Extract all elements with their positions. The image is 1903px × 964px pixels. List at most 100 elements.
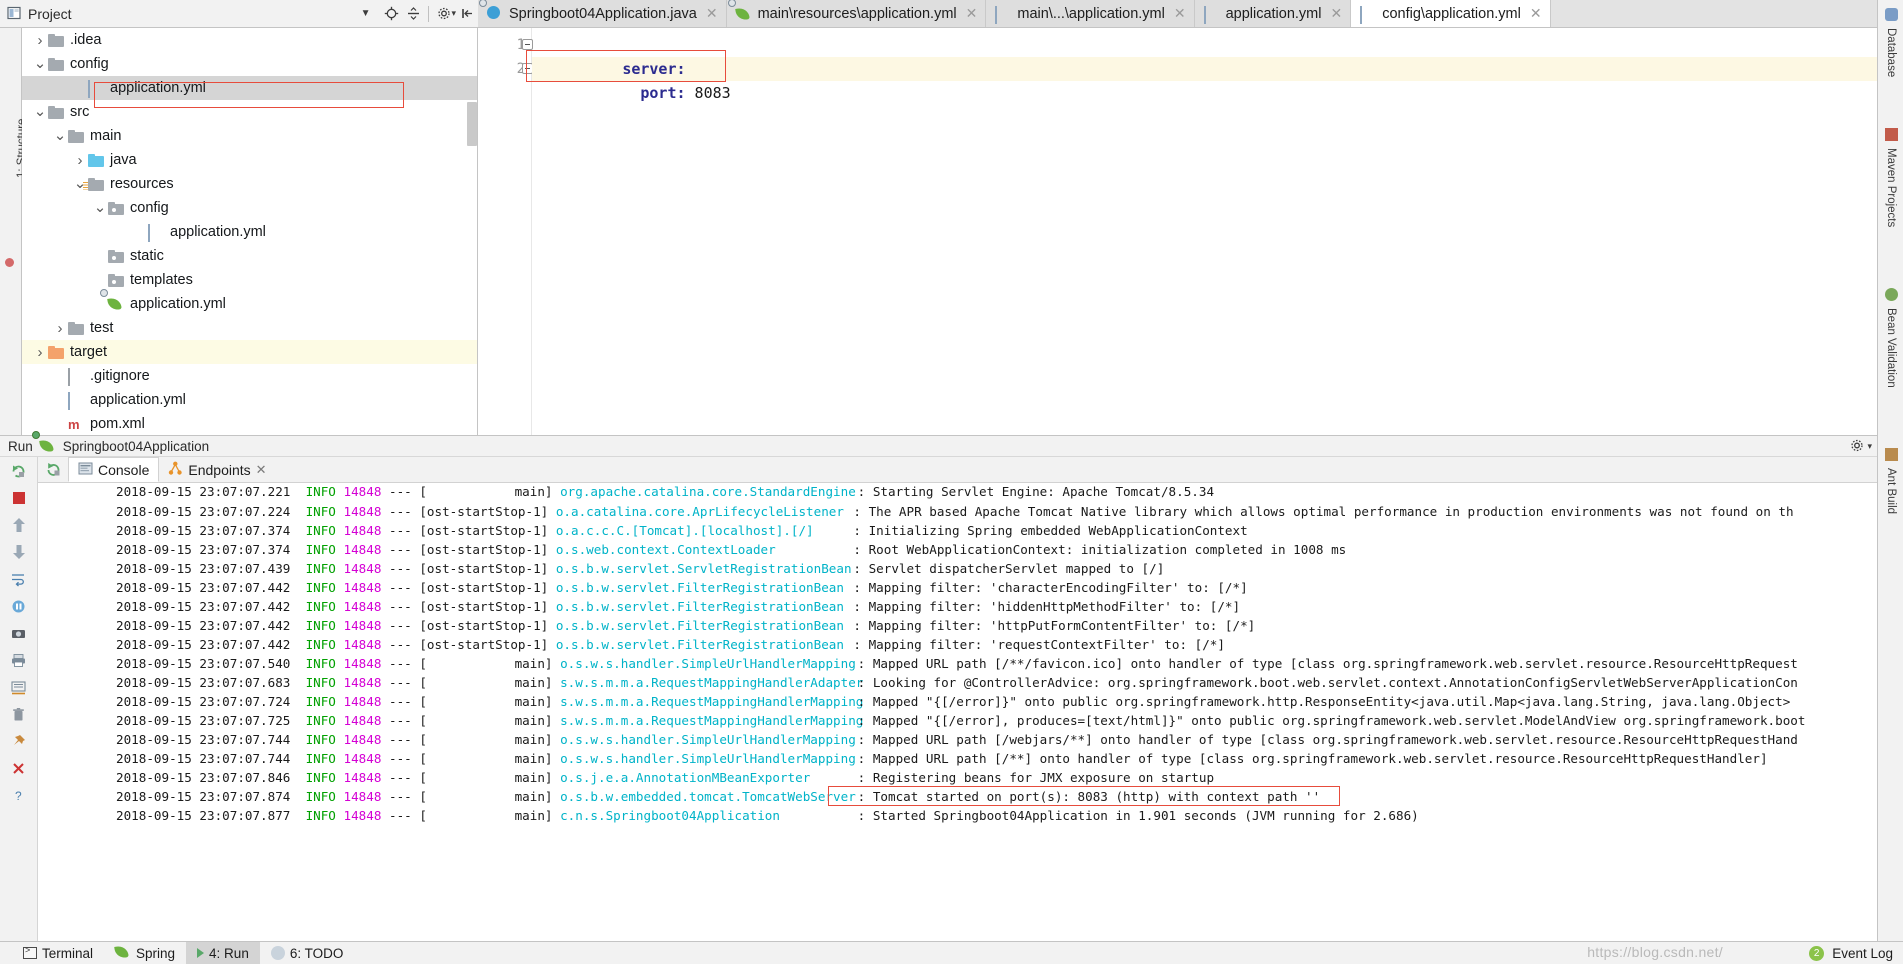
tree-row-pom-xml[interactable]: m pom.xml: [22, 412, 477, 435]
console-line-indent: [38, 485, 116, 502]
console-message: Mapping filter: 'hiddenHttpMethodFilter'…: [868, 599, 1241, 614]
status-item-spring[interactable]: Spring: [104, 942, 186, 964]
down-arrow-icon[interactable]: [9, 542, 29, 562]
tree-row-templates[interactable]: templates: [22, 268, 477, 292]
tree-row-config[interactable]: ⌄ config: [22, 52, 477, 76]
chevron-down-icon[interactable]: ⌄: [32, 56, 48, 71]
close-icon[interactable]: ✕: [966, 5, 978, 22]
right-tool-rail[interactable]: Database Maven Projects Bean Validation …: [1877, 0, 1903, 941]
console-thread: main: [514, 770, 545, 785]
trash-icon[interactable]: [9, 704, 29, 724]
pause-icon[interactable]: [9, 596, 29, 616]
tree-row-target[interactable]: › target: [22, 340, 477, 364]
console-space: [290, 616, 305, 635]
tree-row--gitignore[interactable]: .gitignore: [22, 364, 477, 388]
endpoints-tab[interactable]: Endpoints ✕: [159, 457, 275, 482]
editor-tab-springboot04application-java[interactable]: Springboot04Application.java ✕: [478, 0, 727, 27]
tree-row-java[interactable]: › java: [22, 148, 477, 172]
console-logger: s.w.s.m.m.a.RequestMappingHandlerAdapter: [560, 675, 864, 690]
tree-row-application-yml[interactable]: application.yml: [22, 220, 477, 244]
console-tab[interactable]: Console: [68, 457, 160, 482]
console-logger: o.a.catalina.core.AprLifecycleListener: [555, 504, 844, 519]
editor-code-area[interactable]: server: port: 8083: [526, 28, 1903, 435]
favorites-dot-icon[interactable]: [5, 258, 14, 267]
soft-wrap-icon[interactable]: [9, 569, 29, 589]
editor-tab-application-yml[interactable]: application.yml ✕: [1194, 0, 1352, 27]
console-separator: ]: [540, 580, 556, 595]
close-icon[interactable]: ✕: [1530, 5, 1542, 22]
left-tool-rail[interactable]: 1: Structure: [0, 28, 28, 435]
event-log-label[interactable]: Event Log: [1832, 946, 1893, 961]
console-separator: --- [: [381, 732, 427, 747]
tree-row-config[interactable]: ⌄ config: [22, 196, 477, 220]
status-item-terminal[interactable]: Terminal: [12, 942, 104, 964]
console-line-indent: [38, 597, 116, 616]
event-log-count-badge[interactable]: 2: [1809, 945, 1825, 961]
status-item-label: 4: Run: [209, 945, 249, 961]
locate-icon[interactable]: [380, 3, 402, 25]
help-icon[interactable]: ?: [9, 785, 29, 805]
rerun-icon[interactable]: [9, 461, 29, 481]
console-space: [336, 673, 344, 692]
tree-row-test[interactable]: › test: [22, 316, 477, 340]
code-editor[interactable]: 1 2 server: port: 8083 ✔: [478, 28, 1903, 435]
console-space: [290, 749, 305, 768]
editor-tab-main-resources-application-yml[interactable]: main\resources\application.yml ✕: [726, 0, 987, 27]
status-item-run[interactable]: 4: Run: [186, 941, 260, 964]
sidebar-item-bean-validation[interactable]: Bean Validation: [1878, 288, 1903, 388]
project-tree[interactable]: › .idea ⌄ config application.yml ⌄ src ⌄ main › ja…: [22, 28, 478, 435]
tree-row-src[interactable]: ⌄ src: [22, 100, 477, 124]
collapse-all-icon[interactable]: [402, 3, 424, 25]
close-icon[interactable]: [9, 758, 29, 778]
sidebar-item-maven-projects[interactable]: Maven Projects: [1878, 128, 1903, 227]
console-level: INFO: [305, 580, 336, 595]
scroll-to-end-icon[interactable]: [9, 677, 29, 697]
chevron-right-icon[interactable]: ›: [32, 32, 48, 49]
printer-icon[interactable]: [9, 650, 29, 670]
editor-tab-main-application-yml[interactable]: main\...\application.yml ✕: [986, 0, 1195, 27]
run-configuration-name[interactable]: Springboot04Application: [63, 439, 209, 454]
settings-gear-icon[interactable]: [1850, 438, 1866, 454]
chevron-down-icon[interactable]: ▼: [361, 8, 371, 19]
chevron-down-icon[interactable]: ▾: [1867, 441, 1872, 452]
tree-row-static[interactable]: static: [22, 244, 477, 268]
close-icon[interactable]: ✕: [1174, 5, 1186, 22]
tree-row--idea[interactable]: › .idea: [22, 28, 477, 52]
chevron-right-icon[interactable]: ›: [72, 152, 88, 169]
chevron-down-icon[interactable]: ⌄: [92, 200, 108, 215]
tree-row-application-yml[interactable]: application.yml: [22, 76, 477, 100]
editor-tab-label: main\...\application.yml: [1017, 5, 1165, 22]
close-icon[interactable]: ✕: [1331, 5, 1343, 22]
rerun-icon[interactable]: [38, 457, 68, 482]
status-item-todo[interactable]: 6: TODO: [260, 942, 355, 964]
console-timestamp: 2018-09-15 23:07:07.540: [116, 656, 291, 671]
tree-row-resources[interactable]: ⌄ resources: [22, 172, 477, 196]
chevron-down-icon[interactable]: ⌄: [52, 128, 68, 143]
editor-tab-config-application-yml[interactable]: config\application.yml ✕: [1351, 0, 1551, 27]
close-icon[interactable]: ✕: [706, 5, 718, 22]
camera-icon[interactable]: [9, 623, 29, 643]
tree-scrollbar-thumb[interactable]: [467, 102, 477, 146]
sidebar-item-ant-build[interactable]: Ant Build: [1878, 448, 1903, 514]
hide-panel-icon[interactable]: [456, 3, 478, 25]
console-separator: :: [845, 637, 869, 652]
stop-icon[interactable]: [9, 488, 29, 508]
console-message: Starting Servlet Engine: Apache Tomcat/8…: [872, 484, 1215, 499]
sidebar-item-label: Ant Build: [1885, 468, 1897, 515]
chevron-down-icon[interactable]: ⌄: [32, 104, 48, 119]
chevron-right-icon[interactable]: ›: [52, 320, 68, 337]
tree-row-application-yml[interactable]: application.yml: [22, 388, 477, 412]
tree-row-application-yml[interactable]: application.yml: [22, 288, 477, 316]
console-tab-bar[interactable]: Console Endpoints ✕: [38, 457, 1903, 483]
run-toolbar[interactable]: ?: [0, 457, 38, 941]
pin-icon[interactable]: [9, 731, 29, 751]
close-icon[interactable]: ✕: [256, 462, 267, 478]
console-logger: o.s.j.e.a.AnnotationMBeanExporter: [560, 770, 811, 785]
up-arrow-icon[interactable]: [9, 515, 29, 535]
chevron-right-icon[interactable]: ›: [32, 344, 48, 361]
console-output[interactable]: 2018-09-15 23:07:07.221 INFO 14848 --- […: [38, 483, 1903, 941]
editor-tab-bar[interactable]: Springboot04Application.java ✕ main\reso…: [478, 0, 1903, 28]
tree-row-main[interactable]: ⌄ main: [22, 124, 477, 148]
sidebar-item-database[interactable]: Database: [1878, 8, 1903, 77]
console-tab-label: Console: [98, 461, 150, 478]
